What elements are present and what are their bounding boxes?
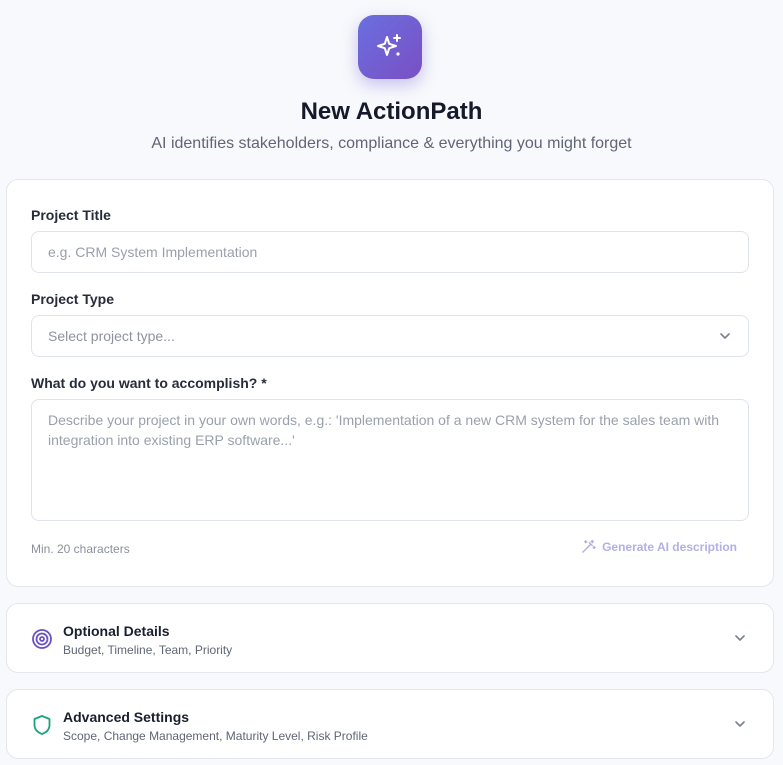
goal-textarea[interactable] [31, 399, 749, 521]
sparkles-icon [377, 34, 401, 56]
accordion-title: Advanced Settings [63, 709, 190, 725]
accordion-advanced-settings[interactable]: Advanced Settings Scope, Change Manageme… [6, 689, 774, 759]
project-title-label: Project Title [31, 207, 111, 223]
page-subtitle: AI identifies stakeholders, compliance &… [151, 135, 632, 152]
goal-label: What do you want to accomplish? * [31, 375, 267, 391]
generate-button-label: Generate AI description [602, 539, 737, 554]
accordion-subtitle: Scope, Change Management, Maturity Level… [63, 729, 368, 743]
min-characters-hint: Min. 20 characters [31, 542, 130, 556]
page-title: New ActionPath [300, 98, 483, 125]
project-type-label: Project Type [31, 291, 114, 307]
magic-wand-icon [582, 539, 596, 553]
accordion-subtitle: Budget, Timeline, Team, Priority [63, 643, 233, 657]
app-logo [358, 15, 422, 79]
chevron-down-icon [720, 333, 730, 339]
project-title-input[interactable] [31, 231, 749, 273]
chevron-down-icon [735, 721, 745, 727]
chevron-down-icon [735, 635, 745, 641]
project-type-select[interactable]: Select project type... [31, 315, 749, 357]
accordion-title: Optional Details [63, 623, 170, 639]
shield-icon [33, 715, 51, 735]
accordion-optional-details[interactable]: Optional Details Budget, Timeline, Team,… [6, 603, 774, 673]
generate-ai-description-button[interactable]: Generate AI description [581, 539, 737, 554]
project-type-placeholder: Select project type... [48, 328, 175, 344]
target-icon [32, 629, 52, 649]
project-form-card: Project Title Project Type Select projec… [6, 179, 774, 587]
